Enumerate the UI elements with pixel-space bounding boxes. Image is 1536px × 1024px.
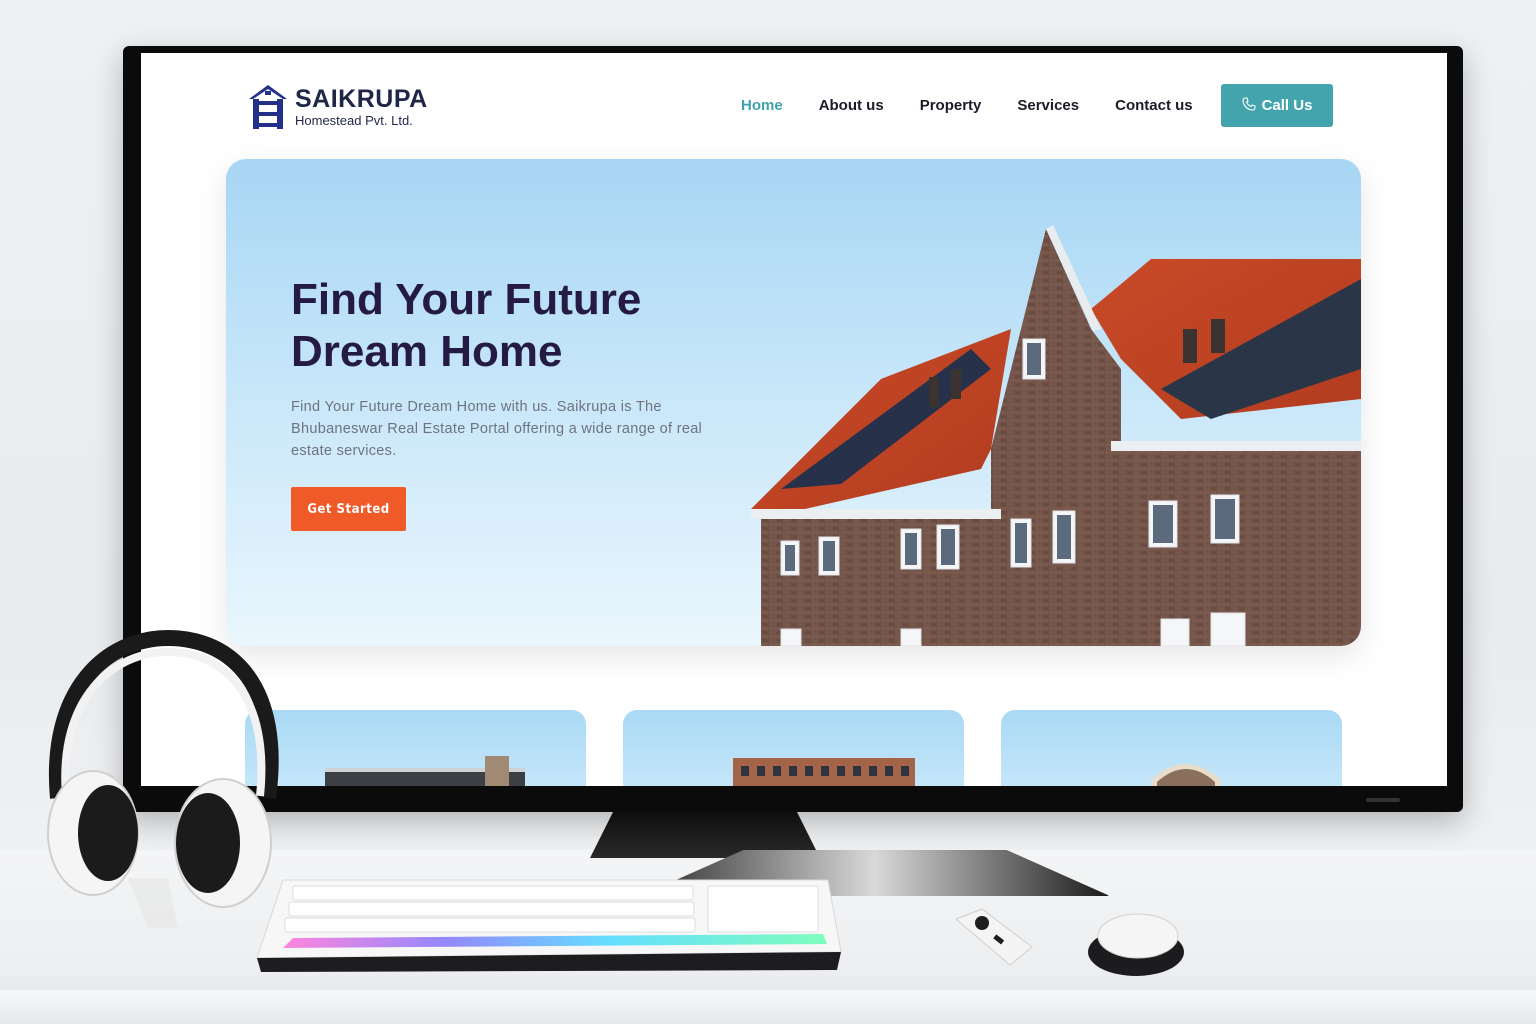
main-nav: Home About us Property Services Contact …	[741, 97, 1193, 114]
property-card-1[interactable]	[245, 710, 586, 786]
property-card-3[interactable]	[1001, 710, 1342, 786]
hero-house-image	[751, 225, 1361, 646]
site-logo[interactable]: SAIKRUPA Homestead Pvt. Ltd.	[247, 83, 428, 131]
property-card-1-image	[325, 756, 525, 786]
phone-icon	[1242, 96, 1256, 115]
call-us-button[interactable]: Call Us	[1221, 84, 1333, 127]
keyboard-decoration	[256, 879, 842, 972]
property-card-2-image	[733, 758, 915, 786]
house-logo-icon	[247, 83, 289, 131]
nav-about-us[interactable]: About us	[819, 97, 884, 114]
hero-description: Find Your Future Dream Home with us. Sai…	[291, 399, 703, 459]
hero-title: Find Your Future Dream Home	[291, 275, 642, 376]
headphones-decoration	[47, 629, 279, 928]
monitor-screen: SAIKRUPA Homestead Pvt. Ltd. Home About …	[141, 53, 1447, 786]
get-started-button[interactable]: Get Started	[291, 487, 406, 531]
monitor-power-indicator	[1366, 798, 1400, 802]
logo-subtitle: Homestead Pvt. Ltd.	[295, 113, 413, 128]
remote-decoration	[955, 908, 1033, 966]
hero-banner: Find Your Future Dream Home Find Your Fu…	[226, 159, 1361, 646]
nav-property[interactable]: Property	[920, 97, 982, 114]
call-us-label: Call Us	[1261, 97, 1313, 114]
property-card-3-image	[1151, 764, 1221, 786]
nav-contact-us[interactable]: Contact us	[1115, 97, 1193, 114]
desk-edge	[0, 990, 1536, 1024]
property-card-2[interactable]	[623, 710, 964, 786]
nav-home[interactable]: Home	[741, 97, 783, 114]
logo-name: SAIKRUPA	[295, 85, 428, 113]
mouse-decoration	[1088, 913, 1184, 976]
nav-services[interactable]: Services	[1017, 97, 1079, 114]
